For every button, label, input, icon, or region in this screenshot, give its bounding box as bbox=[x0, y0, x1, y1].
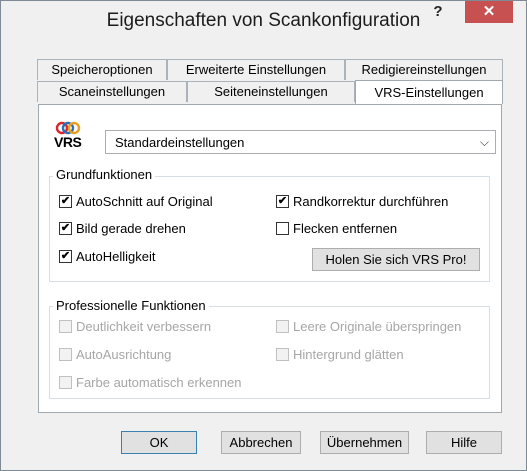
tab-speicheroptionen[interactable]: Speicheroptionen bbox=[37, 59, 167, 80]
preset-value: Standardeinstellungen bbox=[115, 135, 245, 150]
help-button[interactable]: Hilfe bbox=[426, 431, 502, 454]
basic-functions-title: Grundfunktionen bbox=[53, 167, 156, 182]
checkbox-checked-icon[interactable]: ✔ bbox=[59, 222, 72, 236]
checkbox-label: Hintergrund glätten bbox=[293, 347, 404, 362]
checkbox-label: AutoHelligkeit bbox=[76, 249, 156, 264]
checkbox-bild-gerade[interactable]: ✔ Bild gerade drehen bbox=[59, 221, 186, 239]
checkbox-disabled-icon bbox=[59, 320, 72, 334]
checkbox-checked-icon[interactable]: ✔ bbox=[59, 250, 72, 264]
tab-vrs-einstellungen[interactable]: VRS-Einstellungen bbox=[355, 80, 503, 104]
checkbox-flecken[interactable]: Flecken entfernen bbox=[276, 221, 397, 239]
checkbox-checked-icon[interactable]: ✔ bbox=[276, 195, 289, 209]
title-bar: Eigenschaften von Scankonfiguration ? ✕ bbox=[1, 1, 526, 41]
vrs-logo-text: VRS bbox=[54, 134, 82, 150]
close-button[interactable]: ✕ bbox=[465, 1, 513, 23]
checkbox-label: Randkorrektur durchführen bbox=[293, 194, 449, 209]
chevron-down-icon: ⌵ bbox=[479, 135, 489, 149]
checkbox-label: Farbe automatisch erkennen bbox=[76, 375, 242, 390]
ok-button[interactable]: OK bbox=[121, 431, 197, 454]
checkbox-randkorrektur[interactable]: ✔ Randkorrektur durchführen bbox=[276, 194, 448, 212]
checkbox-disabled-icon bbox=[276, 348, 289, 362]
get-vrs-pro-button[interactable]: Holen Sie sich VRS Pro! bbox=[312, 248, 480, 271]
tab-erweiterte-einstellungen[interactable]: Erweiterte Einstellungen bbox=[167, 59, 345, 80]
checkbox-checked-icon[interactable]: ✔ bbox=[59, 195, 72, 209]
checkbox-label: Bild gerade drehen bbox=[76, 221, 186, 236]
checkbox-label: Leere Originale überspringen bbox=[293, 319, 462, 334]
checkbox-autoausrichtung: AutoAusrichtung bbox=[59, 347, 171, 365]
checkbox-label: AutoAusrichtung bbox=[76, 347, 172, 362]
vrs-logo: VRS bbox=[53, 120, 83, 150]
checkbox-disabled-icon bbox=[276, 320, 289, 334]
checkbox-label: AutoSchnitt auf Original bbox=[76, 194, 213, 209]
apply-button[interactable]: Übernehmen bbox=[320, 431, 409, 454]
checkbox-label: Deutlichkeit verbessern bbox=[76, 319, 212, 334]
preset-dropdown[interactable]: Standardeinstellungen ⌵ bbox=[105, 130, 496, 154]
tab-scaneinstellungen[interactable]: Scaneinstellungen bbox=[37, 81, 187, 102]
checkbox-disabled-icon bbox=[59, 348, 72, 362]
checkbox-hintergrund: Hintergrund glätten bbox=[276, 347, 404, 365]
tab-redigiereinstellungen[interactable]: Redigiereinstellungen bbox=[345, 59, 503, 80]
checkbox-autoschnitt[interactable]: ✔ AutoSchnitt auf Original bbox=[59, 194, 213, 212]
tab-seiteneinstellungen[interactable]: Seiteneinstellungen bbox=[187, 81, 355, 102]
checkbox-deutlichkeit: Deutlichkeit verbessern bbox=[59, 319, 211, 337]
checkbox-unchecked-icon[interactable] bbox=[276, 222, 289, 236]
checkbox-farbe: Farbe automatisch erkennen bbox=[59, 375, 241, 393]
checkbox-leere-originale: Leere Originale überspringen bbox=[276, 319, 461, 337]
cancel-button[interactable]: Abbrechen bbox=[221, 431, 301, 454]
close-icon: ✕ bbox=[482, 3, 496, 20]
help-title-button[interactable]: ? bbox=[425, 3, 451, 23]
checkbox-label: Flecken entfernen bbox=[293, 221, 398, 236]
checkbox-autohelligkeit[interactable]: ✔ AutoHelligkeit bbox=[59, 249, 156, 267]
checkbox-disabled-icon bbox=[59, 376, 72, 390]
properties-dialog: Eigenschaften von Scankonfiguration ? ✕ … bbox=[0, 0, 527, 471]
pro-functions-title: Professionelle Funktionen bbox=[53, 298, 209, 313]
